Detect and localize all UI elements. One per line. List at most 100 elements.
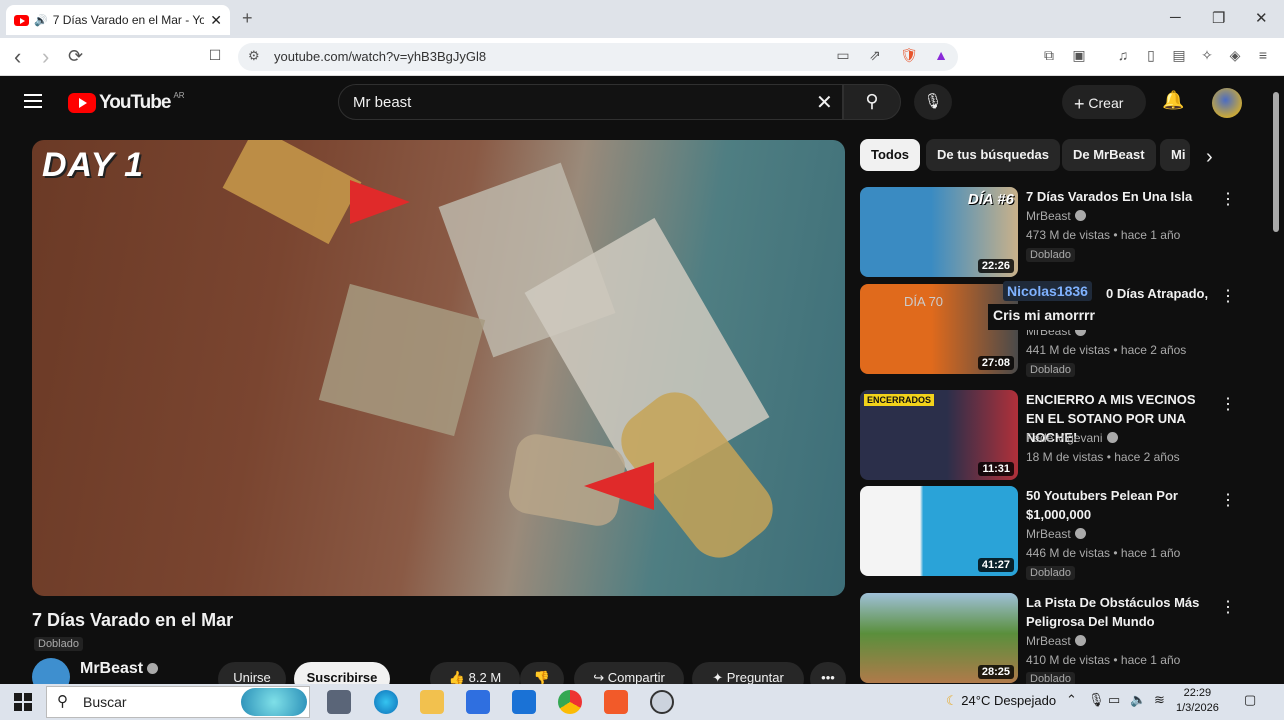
youtube-logo[interactable]: YouTube AR: [68, 91, 185, 114]
create-label: Crear: [1088, 95, 1124, 111]
maximize-button[interactable]: ❐: [1212, 9, 1225, 27]
duration: 22:26: [977, 259, 1014, 273]
video-thumbnail[interactable]: DÍA #6 22:26: [860, 187, 1018, 277]
share-icon[interactable]: ⇗: [866, 47, 884, 65]
debris: [318, 283, 486, 437]
youtube-favicon-icon: [14, 14, 29, 26]
list-item[interactable]: 41:27 50 Youtubers Pelean Por $1,000,000…: [860, 486, 1260, 580]
chip-de-tus-busquedas[interactable]: De tus búsquedas: [926, 139, 1060, 171]
cast-icon[interactable]: ▭: [834, 47, 852, 65]
more-options-icon[interactable]: ⋮: [1220, 394, 1236, 414]
scrollbar-thumb[interactable]: [1273, 92, 1279, 232]
dubbed-badge: Doblado: [1026, 362, 1075, 377]
bookmark-icon[interactable]: ☐: [206, 47, 224, 65]
wallet-icon[interactable]: ▤: [1170, 47, 1188, 65]
logo-text: YouTube: [99, 92, 171, 113]
file-explorer-icon[interactable]: [420, 690, 444, 714]
related-title[interactable]: La Pista De Obstáculos Más Peligrosa Del…: [1026, 593, 1211, 631]
edge-icon[interactable]: [374, 690, 398, 714]
url-text: youtube.com/watch?v=yhB3BgJyGl8: [274, 49, 487, 64]
log-bundle: [222, 140, 362, 245]
notifications-bell-icon[interactable]: 🔔: [1162, 90, 1184, 111]
account-avatar[interactable]: [1212, 88, 1242, 118]
search-input[interactable]: Mr beast: [338, 84, 843, 120]
reload-button[interactable]: ⟳: [68, 46, 83, 67]
minimize-button[interactable]: ─: [1170, 9, 1181, 26]
clock[interactable]: 22:29 1/3/2026: [1176, 686, 1219, 716]
related-channel: MrBeast: [1026, 209, 1086, 223]
related-meta: 441 M de vistas • hace 2 años: [1026, 343, 1187, 357]
site-info-icon[interactable]: ⚙: [248, 48, 260, 64]
video-thumbnail[interactable]: ENCERRADOS 11:31: [860, 390, 1018, 480]
more-options-icon[interactable]: ⋮: [1220, 597, 1236, 617]
chip-de-mrbeast[interactable]: De MrBeast: [1062, 139, 1156, 171]
volume-icon[interactable]: 🔈: [1130, 692, 1146, 708]
video-player[interactable]: [32, 140, 845, 596]
close-tab-icon[interactable]: ✕: [210, 12, 222, 29]
channel-name[interactable]: MrBeast: [80, 660, 159, 678]
time: 22:29: [1183, 687, 1212, 699]
voice-search-button[interactable]: 🎙: [914, 84, 952, 120]
obs-icon[interactable]: [650, 690, 674, 714]
clear-search-icon[interactable]: ✕: [816, 90, 833, 115]
plus-icon: +: [1074, 94, 1085, 114]
video-thumbnail[interactable]: 41:27: [860, 486, 1018, 576]
sidebar-icon[interactable]: ▯: [1142, 47, 1160, 65]
tab-title: 7 Días Varado en el Mar - Yo: [52, 13, 205, 27]
related-title[interactable]: 7 Días Varados En Una Isla: [1026, 187, 1211, 206]
more-options-icon[interactable]: ⋮: [1220, 490, 1236, 510]
leo-ai-icon[interactable]: ✧: [1198, 47, 1216, 65]
taskbar-search-placeholder: Buscar: [83, 694, 127, 710]
create-button[interactable]: + Crear: [1062, 85, 1146, 119]
related-channel: MrBeast: [1026, 527, 1086, 541]
microphone-icon[interactable]: 🎙: [1088, 692, 1105, 708]
notification-center-icon[interactable]: ▢: [1244, 692, 1256, 708]
music-icon[interactable]: ♫: [1114, 47, 1132, 65]
back-button[interactable]: ‹: [14, 44, 21, 70]
search-button[interactable]: ⚲: [843, 84, 901, 120]
dubbed-badge: Doblado: [34, 634, 83, 652]
chip-todos[interactable]: Todos: [860, 139, 921, 171]
chip-partial[interactable]: Mi: [1160, 139, 1190, 171]
search-icon: ⚲: [57, 693, 68, 710]
duration: 28:25: [977, 665, 1014, 679]
vpn-icon[interactable]: ◈: [1226, 47, 1244, 65]
more-options-icon[interactable]: ⋮: [1220, 286, 1236, 306]
list-item[interactable]: DÍA #6 22:26 7 Días Varados En Una Isla …: [860, 187, 1260, 279]
windows-start-icon[interactable]: [14, 693, 32, 711]
store-icon[interactable]: [466, 690, 490, 714]
brave-rewards-icon[interactable]: ▲: [932, 47, 950, 65]
hamburger-menu-icon[interactable]: [24, 94, 42, 112]
video-thumbnail[interactable]: 28:25: [860, 593, 1018, 683]
related-meta: 473 M de vistas • hace 1 año: [1026, 228, 1181, 242]
verified-icon: [1106, 432, 1118, 443]
extensions-icon[interactable]: ⧉: [1040, 47, 1058, 65]
list-item[interactable]: ENCERRADOS 11:31 ENCIERRO A MIS VECINOS …: [860, 390, 1260, 482]
speaker-icon[interactable]: 🔊: [34, 14, 48, 27]
new-tab-button[interactable]: +: [242, 8, 253, 29]
battery-icon[interactable]: ▭: [1108, 692, 1120, 708]
overlay-message: Cris mi amorrrr: [988, 304, 1284, 330]
share-arrow-icon: ↪: [593, 670, 605, 685]
outlook-icon[interactable]: [512, 690, 536, 714]
task-view-icon[interactable]: [327, 690, 351, 714]
tab-search-icon[interactable]: ▣: [1070, 47, 1088, 65]
chevron-up-icon[interactable]: ⌃: [1066, 692, 1077, 708]
browser-menu-icon[interactable]: ≡: [1254, 47, 1272, 65]
brave-icon[interactable]: [604, 690, 628, 714]
list-item[interactable]: 28:25 La Pista De Obstáculos Más Peligro…: [860, 593, 1260, 686]
close-window-button[interactable]: ✕: [1255, 9, 1268, 27]
thumbnail-text: ENCERRADOS: [864, 394, 935, 406]
related-title[interactable]: 50 Youtubers Pelean Por $1,000,000: [1026, 486, 1211, 524]
chevron-right-icon[interactable]: ›: [1206, 146, 1213, 169]
weather-widget[interactable]: ☾ 24°C Despejado: [946, 693, 1056, 709]
more-options-icon[interactable]: ⋮: [1220, 189, 1236, 209]
browser-tab[interactable]: 🔊 7 Días Varado en el Mar - Yo ✕: [6, 5, 230, 35]
thumbs-down-icon: 👎: [533, 670, 551, 685]
brave-shields-icon[interactable]: 🛡: [900, 47, 918, 65]
wifi-icon[interactable]: ≋: [1154, 692, 1165, 708]
chrome-icon[interactable]: [558, 690, 582, 714]
thumbs-up-icon: 👍: [448, 670, 466, 685]
taskbar-search-input[interactable]: ⚲ Buscar: [46, 686, 310, 718]
forward-button[interactable]: ›: [42, 44, 49, 70]
